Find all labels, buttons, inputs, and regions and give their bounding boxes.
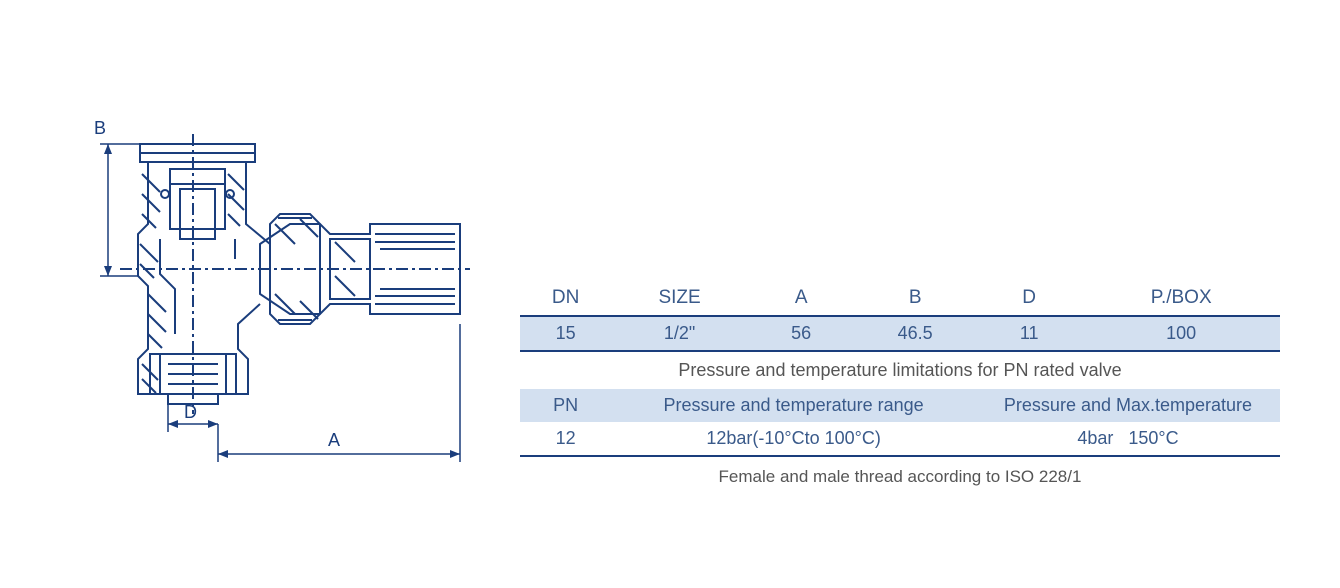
spec-tables: DN SIZE A B D P./BOX 15 1/2" 56 46.5 11 …	[500, 281, 1340, 487]
td-dn: 15	[520, 316, 611, 351]
dimensions-table: DN SIZE A B D P./BOX 15 1/2" 56 46.5 11 …	[520, 281, 1280, 457]
dim-label-A: A	[328, 430, 340, 450]
technical-drawing: B A D	[60, 94, 500, 494]
valve-cross-section-svg: B A D	[60, 94, 500, 494]
td-d: 11	[976, 316, 1082, 351]
thread-standard-note: Female and male thread according to ISO …	[520, 467, 1280, 487]
th-pbox: P./BOX	[1082, 281, 1280, 316]
td-a: 56	[748, 316, 854, 351]
td-pn: 12	[520, 422, 611, 456]
th-b: B	[854, 281, 976, 316]
td-p-maxtemp: 4bar 150°C	[976, 422, 1280, 456]
th-p-maxtemp: Pressure and Max.temperature	[976, 389, 1280, 422]
table-row: 15 1/2" 56 46.5 11 100	[520, 316, 1280, 351]
td-pt-range: 12bar(-10°Cto 100°C)	[611, 422, 976, 456]
dimension-A: A	[218, 324, 460, 462]
td-size: 1/2"	[611, 316, 748, 351]
table-row: PN Pressure and temperature range Pressu…	[520, 389, 1280, 422]
th-a: A	[748, 281, 854, 316]
td-pbox: 100	[1082, 316, 1280, 351]
dim-label-B: B	[94, 118, 106, 138]
limitations-caption: Pressure and temperature limitations for…	[520, 351, 1280, 389]
th-pt-range: Pressure and temperature range	[611, 389, 976, 422]
valve-body	[120, 134, 470, 414]
th-size: SIZE	[611, 281, 748, 316]
th-d: D	[976, 281, 1082, 316]
table-row: 12 12bar(-10°Cto 100°C) 4bar 150°C	[520, 422, 1280, 456]
td-b: 46.5	[854, 316, 976, 351]
th-pn: PN	[520, 389, 611, 422]
th-dn: DN	[520, 281, 611, 316]
